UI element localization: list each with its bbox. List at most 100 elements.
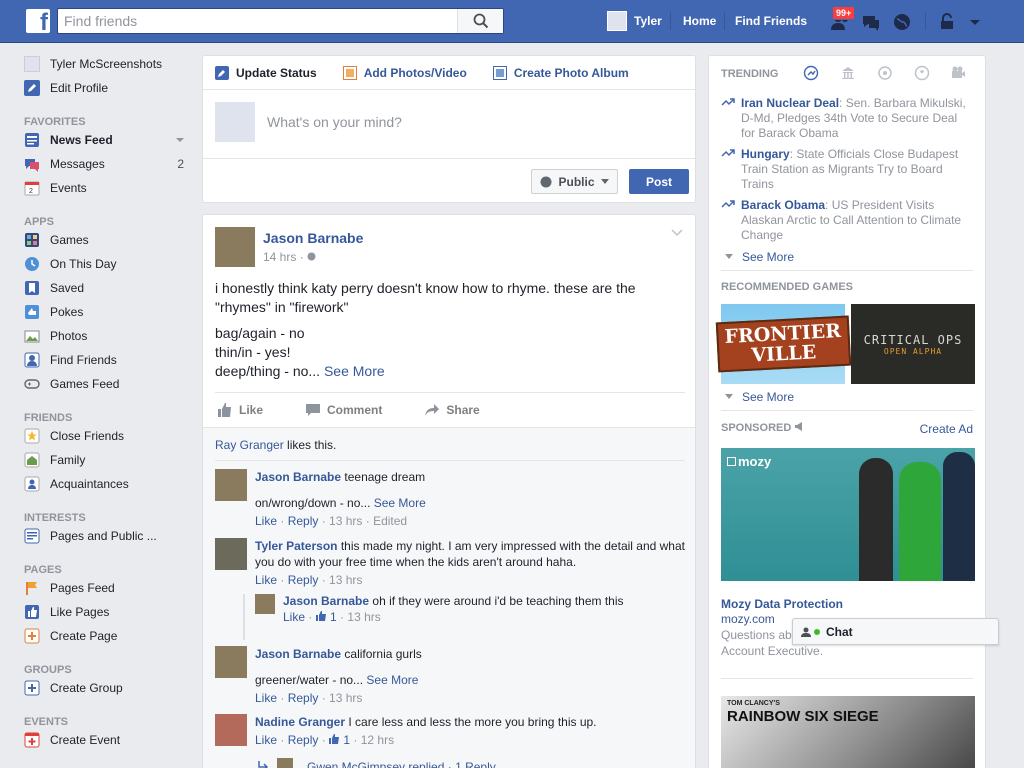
trending-item[interactable]: Iran Nuclear Deal: Sen. Barbara Mikulski… bbox=[721, 96, 973, 141]
game-critical-ops-tile[interactable]: CRITICAL OPS OPEN ALPHA bbox=[851, 304, 975, 384]
comment-reply-link[interactable]: Reply bbox=[288, 733, 319, 747]
comment-like-link[interactable]: Like bbox=[255, 573, 277, 587]
mozy-ad-image[interactable]: mozy bbox=[721, 448, 975, 581]
comment-button[interactable]: Comment bbox=[303, 403, 382, 417]
comment-author[interactable]: Tyler Paterson bbox=[255, 539, 337, 553]
avatar[interactable] bbox=[215, 714, 247, 746]
politics-icon[interactable] bbox=[840, 65, 856, 81]
sidebar-item-edit-profile[interactable]: Edit Profile bbox=[24, 76, 194, 100]
comment-time[interactable]: 13 hrs bbox=[329, 514, 362, 528]
liker-link[interactable]: Ray Granger bbox=[215, 438, 284, 452]
trending-item[interactable]: Barack Obama: US President Visits Alaska… bbox=[721, 198, 973, 243]
sidebar-item-pages-feed[interactable]: Pages Feed bbox=[24, 576, 194, 600]
sidebar-item-create-page[interactable]: Create Page bbox=[24, 624, 194, 648]
sidebar-item-create-group[interactable]: Create Group bbox=[24, 676, 194, 700]
privacy-shortcuts-icon[interactable] bbox=[936, 11, 958, 33]
entertainment-icon[interactable] bbox=[950, 65, 966, 81]
avatar[interactable] bbox=[255, 594, 275, 614]
science-icon[interactable] bbox=[877, 65, 893, 81]
game-frontierville-tile[interactable]: FRONTIER VILLE bbox=[715, 304, 851, 384]
avatar[interactable] bbox=[215, 538, 247, 570]
comment-author[interactable]: Jason Barnabe bbox=[255, 470, 341, 484]
tab-update-status[interactable]: Update Status bbox=[215, 65, 317, 80]
notifications-globe-icon[interactable] bbox=[891, 11, 913, 33]
sidebar-item-messages[interactable]: Messages 2 bbox=[24, 152, 194, 176]
see-more-link[interactable]: See More bbox=[374, 496, 426, 510]
sidebar-item-pokes[interactable]: Pokes bbox=[24, 300, 194, 324]
tab-add-photos-video[interactable]: Add Photos/Video bbox=[342, 65, 467, 80]
post-options-chevron-down-icon[interactable] bbox=[671, 229, 683, 237]
avatar[interactable] bbox=[215, 646, 247, 678]
comment-like-link[interactable]: Like bbox=[255, 733, 277, 747]
sidebar-item-family[interactable]: Family bbox=[24, 448, 194, 472]
ad-url[interactable]: mozy.com bbox=[721, 612, 775, 626]
account-menu-chevron-down-icon[interactable] bbox=[964, 11, 986, 33]
ad-title[interactable]: Mozy Data Protection bbox=[721, 597, 843, 611]
search-button[interactable] bbox=[457, 9, 503, 33]
composer-placeholder[interactable]: What's on your mind? bbox=[267, 114, 402, 142]
post-button[interactable]: Post bbox=[629, 169, 689, 194]
comment-meta: Like · Reply · 13 hrs · Edited bbox=[255, 514, 408, 528]
sidebar-item-events[interactable]: 2 Events bbox=[24, 176, 194, 200]
ad-brand: mozy bbox=[738, 454, 772, 469]
avatar[interactable] bbox=[215, 469, 247, 501]
home-link[interactable]: Home bbox=[683, 14, 716, 28]
chat-tab[interactable]: Chat bbox=[792, 618, 999, 645]
comment-author[interactable]: Nadine Granger bbox=[255, 715, 345, 729]
avatar[interactable] bbox=[215, 227, 255, 267]
comment-author[interactable]: Jason Barnabe bbox=[255, 647, 341, 661]
sidebar-item-games-feed[interactable]: Games Feed bbox=[24, 372, 194, 396]
comment-time[interactable]: 13 hrs bbox=[329, 691, 362, 705]
trending-top-icon[interactable] bbox=[803, 65, 819, 81]
post-timestamp[interactable]: 14 hrs · bbox=[263, 250, 316, 264]
tab-create-photo-album[interactable]: Create Photo Album bbox=[492, 65, 629, 80]
composer-body[interactable]: What's on your mind? bbox=[215, 102, 402, 142]
comment-time[interactable]: 13 hrs bbox=[347, 610, 380, 624]
reply-author[interactable]: Gwen McGimpsey replied bbox=[307, 760, 444, 768]
sports-icon[interactable] bbox=[914, 65, 930, 81]
replies-summary[interactable]: Gwen McGimpsey replied · 1 Reply bbox=[215, 758, 685, 768]
comment-author[interactable]: Jason Barnabe bbox=[283, 594, 369, 608]
comment-reply-link[interactable]: Reply bbox=[288, 573, 319, 587]
sidebar-item-profile[interactable]: Tyler McScreenshots bbox=[24, 52, 194, 76]
sidebar-item-games[interactable]: Games bbox=[24, 228, 194, 252]
sidebar-item-acquaintances[interactable]: Acquaintances bbox=[24, 472, 194, 496]
post-author[interactable]: Jason Barnabe bbox=[263, 230, 363, 246]
trending-see-more-link[interactable]: See More bbox=[721, 250, 794, 264]
search-input[interactable] bbox=[58, 9, 458, 33]
privacy-selector-button[interactable]: Public bbox=[531, 169, 618, 194]
like-count[interactable]: 1 bbox=[343, 733, 350, 747]
find-friends-link[interactable]: Find Friends bbox=[735, 14, 807, 28]
comment-like-link[interactable]: Like bbox=[283, 610, 305, 624]
comment-reply-link[interactable]: Reply bbox=[288, 691, 319, 705]
create-ad-link[interactable]: Create Ad bbox=[920, 422, 973, 436]
share-button[interactable]: Share bbox=[422, 403, 480, 417]
sidebar-item-like-pages[interactable]: Like Pages bbox=[24, 600, 194, 624]
sidebar-item-pages-and-public[interactable]: Pages and Public ... bbox=[24, 524, 194, 548]
comment-time[interactable]: 12 hrs bbox=[361, 733, 394, 747]
edited-label[interactable]: Edited bbox=[373, 514, 407, 528]
sidebar-item-on-this-day[interactable]: On This Day bbox=[24, 252, 194, 276]
see-more-link[interactable]: See More bbox=[324, 363, 385, 379]
sidebar-item-find-friends[interactable]: Find Friends bbox=[24, 348, 194, 372]
reply-count[interactable]: 1 Reply bbox=[455, 760, 496, 768]
sidebar-item-news-feed[interactable]: News Feed bbox=[24, 128, 194, 152]
sidebar-item-saved[interactable]: Saved bbox=[24, 276, 194, 300]
comment-reply-link[interactable]: Reply bbox=[288, 514, 319, 528]
like-button[interactable]: Like bbox=[215, 402, 263, 417]
rainbow-six-ad-image[interactable]: TOM CLANCY'S RAINBOW SIX SIEGE bbox=[721, 696, 975, 768]
comment-like-link[interactable]: Like bbox=[255, 691, 277, 705]
messages-icon[interactable] bbox=[860, 11, 882, 33]
facebook-logo-icon[interactable]: f bbox=[26, 9, 50, 36]
like-count[interactable]: 1 bbox=[330, 610, 337, 624]
comment-like-link[interactable]: Like bbox=[255, 514, 277, 528]
sidebar-item-close-friends[interactable]: Close Friends bbox=[24, 424, 194, 448]
comment-time[interactable]: 13 hrs bbox=[329, 573, 362, 587]
chevron-down-icon[interactable] bbox=[176, 136, 184, 144]
see-more-link[interactable]: See More bbox=[366, 673, 418, 687]
sidebar-item-create-event[interactable]: Create Event bbox=[24, 728, 194, 752]
profile-link[interactable]: Tyler bbox=[607, 11, 662, 31]
games-see-more-link[interactable]: See More bbox=[721, 390, 794, 404]
trending-item[interactable]: Hungary: State Officials Close Budapest … bbox=[721, 147, 973, 192]
sidebar-item-photos[interactable]: Photos bbox=[24, 324, 194, 348]
